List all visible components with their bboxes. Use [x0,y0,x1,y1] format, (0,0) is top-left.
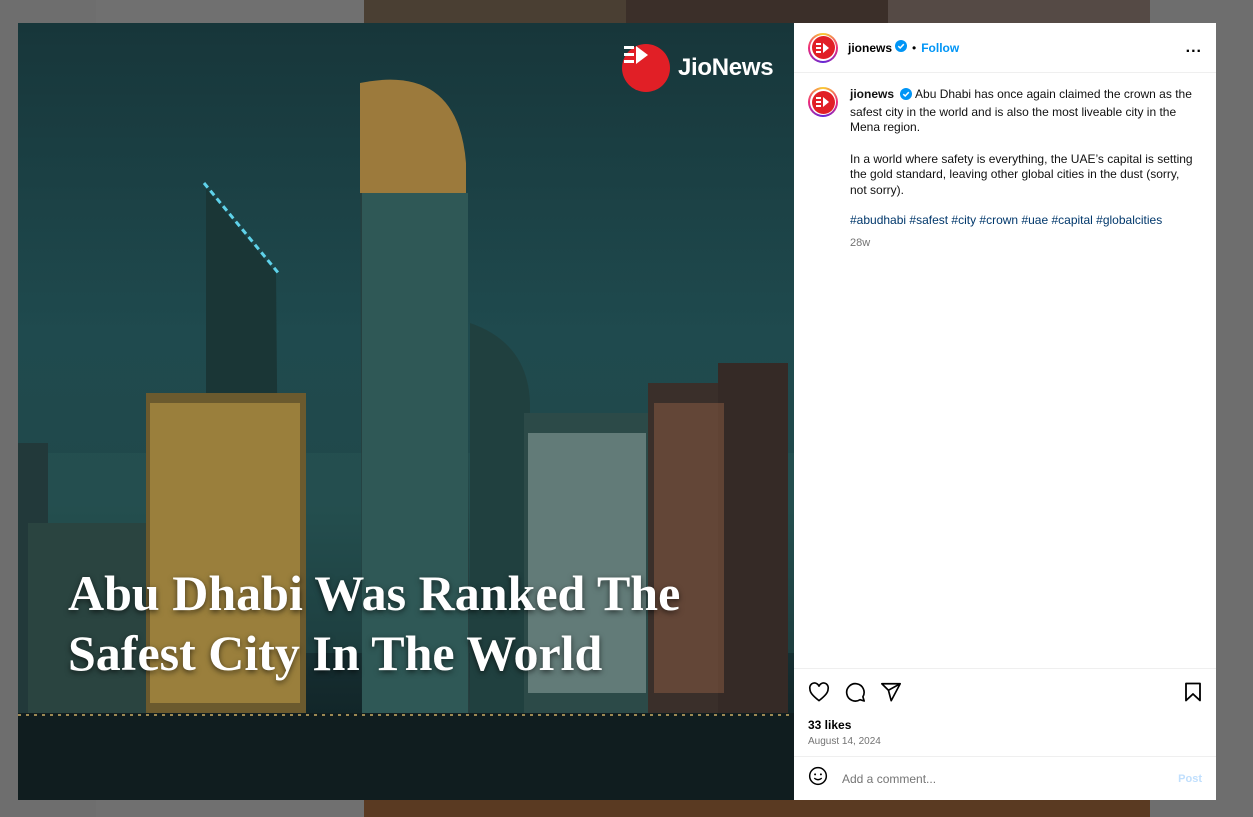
jionews-logo-icon [622,44,670,92]
share-icon[interactable] [880,681,902,708]
comment-bar: Post [794,756,1216,800]
bookmark-icon[interactable] [1184,682,1202,707]
follow-button[interactable]: Follow [921,41,959,55]
jionews-logo-text: JioNews [678,54,774,81]
post-header: jionews • Follow ... [794,23,1216,73]
header-username[interactable]: jionews [848,41,892,55]
grid-tile-bottom [364,800,1150,817]
heart-icon[interactable] [808,682,830,707]
action-bar: 33 likes August 14, 2024 [794,668,1216,756]
city-skyline-illustration [18,79,794,800]
jionews-logo-icon [811,36,835,59]
post-headline: Abu Dhabi Was Ranked The Safest City In … [68,565,681,681]
more-options-icon[interactable]: ... [1186,39,1202,57]
comment-input[interactable] [840,770,1179,787]
post-date: August 14, 2024 [808,736,881,747]
jionews-logo: JioNews [622,44,774,92]
likes-count[interactable]: 33 likes [808,718,1202,732]
post-comment-button[interactable]: Post [1178,773,1202,785]
comments-section[interactable]: jionews Abu Dhabi has once again claimed… [794,73,1216,668]
caption-username[interactable]: jionews [850,87,894,101]
avatar[interactable] [808,32,838,63]
post-image[interactable]: JioNews Abu Dhabi Was Ranked The Safest … [18,23,794,800]
post-sidebar: jionews • Follow ... jionews Abu Dhabi h… [794,23,1216,800]
jionews-logo-icon [811,90,835,114]
caption-hashtags[interactable]: #abudhabi #safest #city #crown #uae #cap… [850,213,1196,229]
avatar[interactable] [808,87,838,117]
caption-paragraph-2: In a world where safety is everything, t… [850,151,1193,197]
post-age[interactable]: 28w [850,236,1196,252]
verified-badge-icon [895,39,908,57]
comment-icon[interactable] [844,681,866,708]
caption: jionews Abu Dhabi has once again claimed… [808,87,1202,251]
header-separator: • [912,40,917,55]
caption-text: jionews Abu Dhabi has once again claimed… [850,87,1196,251]
verified-badge-icon [900,88,913,105]
emoji-icon[interactable] [808,766,828,791]
